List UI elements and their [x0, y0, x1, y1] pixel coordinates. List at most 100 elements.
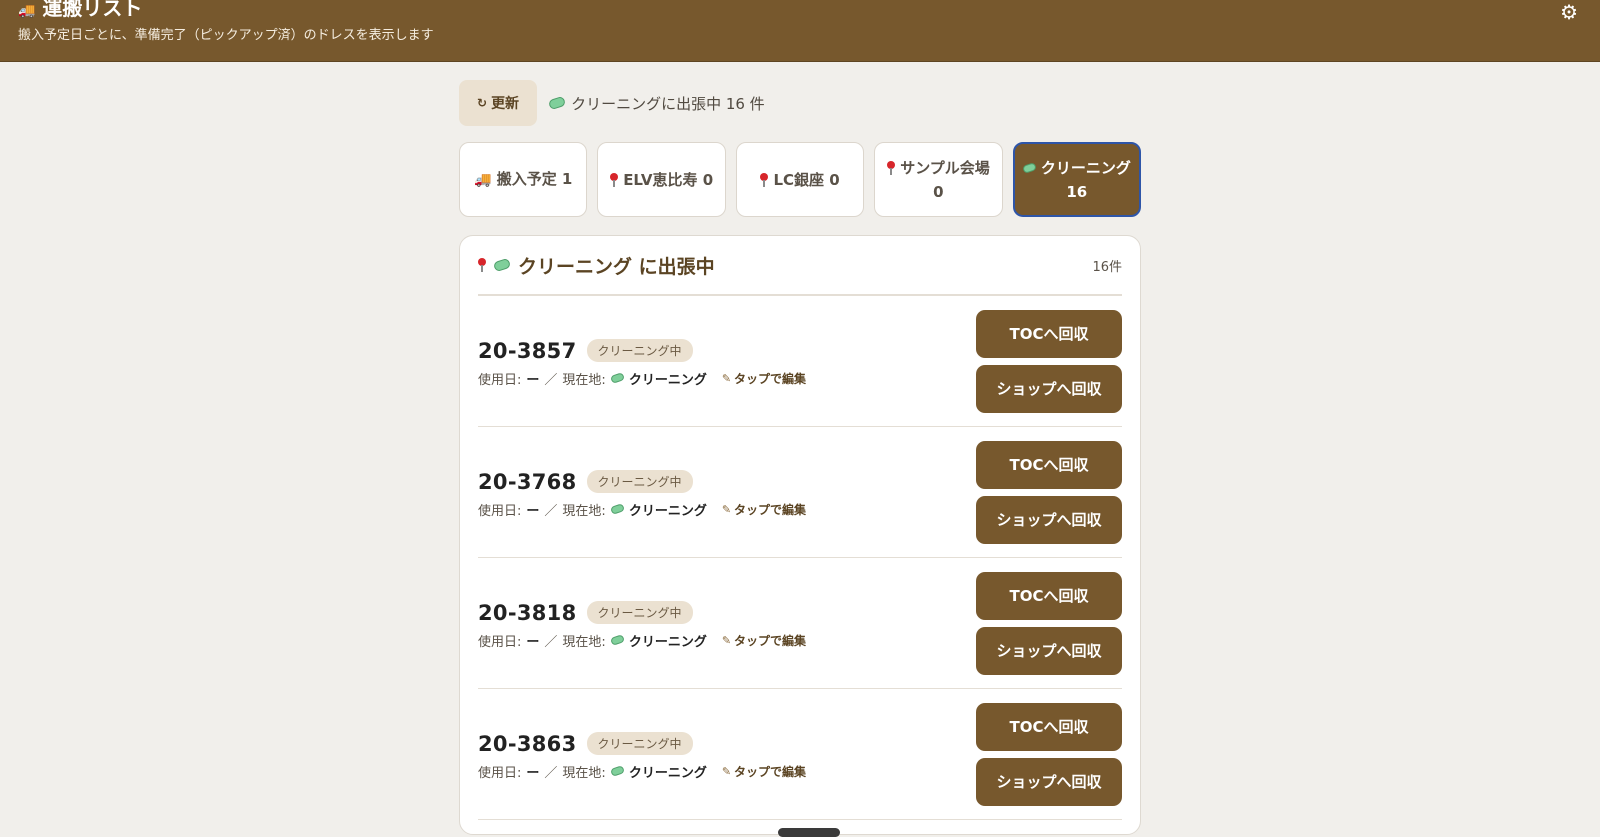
- tab-elv-ebisu[interactable]: ELV恵比寿 0: [597, 142, 726, 217]
- cleaning-icon: [609, 372, 625, 384]
- panel-title-text: クリーニング に出張中: [518, 255, 715, 278]
- location-value: クリーニング: [628, 503, 707, 519]
- use-date-label: 使用日:: [478, 503, 522, 519]
- refresh-label: 更新: [491, 96, 520, 112]
- cleaning-icon: [609, 765, 625, 777]
- use-date-label: 使用日:: [478, 765, 522, 781]
- dress-id: 20-3818: [478, 600, 577, 625]
- location-value: クリーニング: [628, 634, 707, 650]
- panel-count: 16件: [1092, 259, 1122, 275]
- cleaning-icon: [609, 503, 625, 515]
- pencil-icon: ✎: [721, 633, 732, 647]
- row-actions: TOCへ回収 ショップへ回収: [976, 571, 1122, 675]
- gear-icon[interactable]: ⚙: [1560, 0, 1578, 24]
- edit-link[interactable]: ✎ タップで編集: [722, 370, 806, 387]
- edit-link[interactable]: ✎ タップで編集: [722, 501, 806, 518]
- trip-status-text: クリーニングに出張中 16 件: [571, 94, 765, 113]
- truck-icon: 🚚: [474, 172, 492, 188]
- edit-link[interactable]: ✎ タップで編集: [722, 763, 806, 780]
- tab-label: サンプル会場 0: [900, 158, 990, 201]
- pin-icon: [478, 258, 486, 272]
- scroll-handle[interactable]: [778, 828, 840, 837]
- status-badge: クリーニング中: [586, 601, 693, 624]
- use-date-label: 使用日:: [478, 634, 522, 650]
- tab-delivery[interactable]: 🚚 搬入予定 1: [459, 142, 588, 217]
- location-label: 現在地:: [562, 503, 606, 519]
- pin-icon: [886, 161, 895, 175]
- truck-icon: 🚚: [18, 3, 36, 19]
- cleaning-icon: [547, 95, 567, 111]
- pencil-icon: ✎: [721, 764, 732, 778]
- return-to-toc-button[interactable]: TOCへ回収: [976, 571, 1122, 620]
- dress-id: 20-3768: [478, 469, 577, 494]
- list-item: 20-3857 クリーニング中 使用日: ー ／ 現在地: クリーニング ✎ タ…: [478, 296, 1122, 427]
- location-value: クリーニング: [628, 372, 707, 388]
- edit-label: タップで編集: [734, 764, 807, 779]
- toolbar: ↻ 更新 クリーニングに出張中 16 件: [459, 80, 1141, 126]
- page-title-text: 運搬リスト: [42, 0, 143, 20]
- row-actions: TOCへ回収 ショップへ回収: [976, 440, 1122, 544]
- list-item: 20-3818 クリーニング中 使用日: ー ／ 現在地: クリーニング ✎ タ…: [478, 558, 1122, 689]
- trip-status: クリーニングに出張中 16 件: [547, 93, 765, 114]
- dress-id: 20-3863: [478, 731, 577, 756]
- page-title: 🚚 運搬リスト: [18, 0, 142, 23]
- tab-lc-ginza[interactable]: LC銀座 0: [735, 142, 865, 217]
- app-header: 🚚 運搬リスト 搬入予定日ごとに、準備完了（ピックアップ済）のドレスを表示します…: [0, 0, 1600, 62]
- return-to-shop-button[interactable]: ショップへ回収: [976, 626, 1122, 675]
- dress-info: 20-3857 クリーニング中 使用日: ー ／ 現在地: クリーニング ✎ タ…: [478, 335, 806, 388]
- status-badge: クリーニング中: [586, 339, 693, 362]
- list-item: 20-3863 クリーニング中 使用日: ー ／ 現在地: クリーニング ✎ タ…: [478, 689, 1122, 820]
- row-actions: TOCへ回収 ショップへ回収: [976, 702, 1122, 806]
- edit-label: タップで編集: [734, 502, 807, 517]
- return-to-shop-button[interactable]: ショップへ回収: [976, 757, 1122, 806]
- edit-label: タップで編集: [734, 633, 807, 648]
- return-to-toc-button[interactable]: TOCへ回収: [976, 702, 1122, 751]
- tab-sample-venue[interactable]: サンプル会場 0: [874, 142, 1003, 217]
- return-to-shop-button[interactable]: ショップへ回収: [976, 495, 1122, 544]
- status-badge: クリーニング中: [586, 732, 693, 755]
- dress-info: 20-3818 クリーニング中 使用日: ー ／ 現在地: クリーニング ✎ タ…: [478, 597, 806, 650]
- edit-link[interactable]: ✎ タップで編集: [722, 632, 806, 649]
- cleaning-icon: [609, 634, 625, 646]
- tab-label: クリーニング 16: [1040, 158, 1131, 201]
- pencil-icon: ✎: [721, 371, 732, 385]
- separator: ／: [544, 503, 558, 519]
- main-content: ↻ 更新 クリーニングに出張中 16 件 🚚 搬入予定 1 ELV恵比寿 0 L…: [459, 80, 1141, 835]
- edit-label: タップで編集: [734, 371, 807, 386]
- separator: ／: [544, 634, 558, 650]
- tab-cleaning[interactable]: クリーニング 16: [1012, 142, 1141, 217]
- cleaning-icon: [492, 257, 512, 273]
- use-date-label: 使用日:: [478, 372, 522, 388]
- row-actions: TOCへ回収 ショップへ回収: [976, 309, 1122, 413]
- dress-id: 20-3857: [478, 338, 577, 363]
- panel-header: クリーニング に出張中 16件: [478, 236, 1122, 296]
- dress-info: 20-3768 クリーニング中 使用日: ー ／ 現在地: クリーニング ✎ タ…: [478, 466, 806, 519]
- use-date-value: ー: [526, 503, 540, 519]
- list-item: 20-3768 クリーニング中 使用日: ー ／ 現在地: クリーニング ✎ タ…: [478, 427, 1122, 558]
- tab-label: 搬入予定 1: [496, 170, 573, 188]
- return-to-toc-button[interactable]: TOCへ回収: [976, 309, 1122, 358]
- pencil-icon: ✎: [721, 502, 732, 516]
- location-tabs: 🚚 搬入予定 1 ELV恵比寿 0 LC銀座 0 サンプル会場 0 クリーニング…: [459, 142, 1141, 217]
- location-label: 現在地:: [562, 372, 606, 388]
- use-date-value: ー: [526, 765, 540, 781]
- tab-label: LC銀座 0: [773, 170, 840, 189]
- location-value: クリーニング: [628, 765, 707, 781]
- refresh-icon: ↻: [477, 96, 488, 110]
- use-date-value: ー: [526, 634, 540, 650]
- return-to-shop-button[interactable]: ショップへ回収: [976, 364, 1122, 413]
- cleaning-icon: [1021, 162, 1037, 174]
- location-label: 現在地:: [562, 765, 606, 781]
- location-label: 現在地:: [562, 634, 606, 650]
- dress-info: 20-3863 クリーニング中 使用日: ー ／ 現在地: クリーニング ✎ タ…: [478, 728, 806, 781]
- pin-icon: [609, 173, 618, 187]
- dress-list-panel: クリーニング に出張中 16件 20-3857 クリーニング中 使用日: ー ／…: [459, 235, 1141, 835]
- separator: ／: [544, 765, 558, 781]
- separator: ／: [544, 372, 558, 388]
- page-subtitle: 搬入予定日ごとに、準備完了（ピックアップ済）のドレスを表示します: [18, 28, 434, 43]
- panel-title: クリーニング に出張中: [478, 252, 715, 279]
- refresh-button[interactable]: ↻ 更新: [459, 80, 538, 126]
- status-badge: クリーニング中: [586, 470, 693, 493]
- use-date-value: ー: [526, 372, 540, 388]
- return-to-toc-button[interactable]: TOCへ回収: [976, 440, 1122, 489]
